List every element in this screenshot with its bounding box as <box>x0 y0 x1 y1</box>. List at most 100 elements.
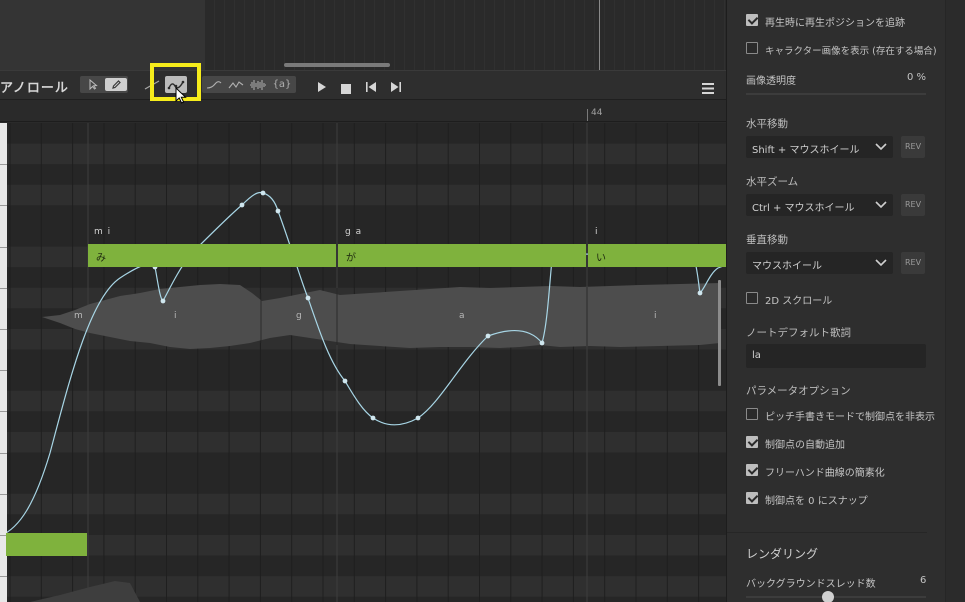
note-lyric: み <box>96 253 106 264</box>
note-block[interactable]: が <box>338 244 586 267</box>
note-default-lyric-input[interactable]: la <box>746 344 926 368</box>
snap-to-zero-checkbox[interactable] <box>746 492 758 504</box>
piano-roll-editor: アノロール {a} 44 m i g a i み が い m i g a i <box>0 0 726 602</box>
grid-row <box>0 535 726 556</box>
waveform-icon[interactable] <box>247 79 269 91</box>
note-block[interactable]: い <box>588 244 726 267</box>
settings-panel: 再生時に再生ポジションを追跡 キャラクター画像を表示 (存在する場合) 画像透明… <box>726 0 965 602</box>
auto-add-points-label: 制御点の自動追加 <box>765 440 845 451</box>
pointer-icon[interactable] <box>81 79 105 90</box>
audio-waveform <box>42 283 720 349</box>
grid-row <box>0 143 726 165</box>
mouse-cursor-icon <box>175 87 187 104</box>
show-character-image-label: キャラクター画像を表示 (存在する場合) <box>765 46 937 57</box>
chevron-down-icon <box>875 143 887 151</box>
simplify-freehand-label: フリーハンド曲線の簡素化 <box>765 468 885 479</box>
stop-icon[interactable] <box>341 79 351 98</box>
2d-scroll-label: 2D スクロール <box>765 296 833 307</box>
horizontal-scrollbar[interactable] <box>284 63 390 67</box>
grid-row <box>0 123 726 144</box>
note-lyric: い <box>596 253 606 264</box>
grid-row <box>0 514 726 535</box>
note-lyric: が <box>346 253 356 264</box>
follow-playhead-label: 再生時に再生ポジションを追跡 <box>765 18 905 29</box>
image-opacity-slider[interactable] <box>746 93 926 95</box>
measure-number: 44 <box>591 108 603 118</box>
piano-key-divider <box>0 452 7 454</box>
grid-row <box>0 370 726 391</box>
grid-row <box>0 473 726 494</box>
note-block[interactable]: み <box>88 244 336 267</box>
grid-row <box>0 555 726 577</box>
piano-key-divider <box>0 493 7 495</box>
note-default-lyric-label: ノートデフォルト歌詞 <box>746 327 851 339</box>
piano-key-divider <box>0 246 7 248</box>
waveform-phoneme: g <box>296 311 302 321</box>
panel-scrollbar[interactable] <box>945 0 965 602</box>
note-block[interactable] <box>6 533 87 556</box>
piano-key-divider <box>0 370 7 372</box>
show-character-image-checkbox[interactable] <box>746 42 758 54</box>
horizontal-move-rev-button[interactable]: REV <box>901 136 925 158</box>
horizontal-move-select[interactable]: Shift + マウスホイール <box>746 136 893 158</box>
simplify-freehand-checkbox[interactable] <box>746 464 758 476</box>
grid-row <box>0 205 726 226</box>
horizontal-zoom-select[interactable]: Ctrl + マウスホイール <box>746 194 893 216</box>
piano-key-divider <box>0 411 7 413</box>
piano-key-divider <box>0 164 7 166</box>
image-opacity-label: 画像透明度 <box>746 76 796 87</box>
vertical-move-rev-button[interactable]: REV <box>901 252 925 274</box>
playhead-indicator <box>599 0 600 70</box>
follow-playhead-checkbox[interactable] <box>746 14 758 26</box>
hide-control-points-label: ピッチ手書きモードで制御点を非表示 <box>765 412 935 423</box>
vertical-scrollbar[interactable] <box>718 280 721 386</box>
bg-threads-label: バックグラウンドスレッド数 <box>746 579 876 590</box>
piano-key-divider <box>0 576 7 578</box>
hide-control-points-checkbox[interactable] <box>746 408 758 420</box>
chevron-down-icon <box>875 259 887 267</box>
grid-row <box>0 267 726 288</box>
skip-back-icon[interactable] <box>365 78 377 97</box>
note-phonemes: i <box>595 227 599 237</box>
bg-threads-slider[interactable] <box>746 596 926 598</box>
grid-row <box>0 184 726 206</box>
2d-scroll-checkbox[interactable] <box>746 292 758 304</box>
vertical-move-label: 垂直移動 <box>746 234 788 246</box>
pitch-draw-icon[interactable] <box>225 79 247 91</box>
grid-row <box>0 493 726 515</box>
grid-row <box>0 432 726 453</box>
play-icon[interactable] <box>317 78 327 97</box>
waveform-phoneme: i <box>654 311 657 321</box>
grid-row <box>0 411 726 432</box>
piano-key-divider <box>0 205 7 207</box>
waveform-phoneme: i <box>174 311 177 321</box>
phoneme-icon[interactable]: {a} <box>269 79 295 90</box>
horizontal-zoom-label: 水平ズーム <box>746 176 799 188</box>
piano-roll-toolbar: アノロール {a} <box>0 70 726 100</box>
waveform-phoneme: m <box>74 311 83 321</box>
waveform-phoneme: a <box>459 311 465 321</box>
note-phonemes: m i <box>94 227 112 237</box>
edit-tool-group <box>80 76 128 93</box>
auto-add-points-checkbox[interactable] <box>746 436 758 448</box>
horizontal-move-label: 水平移動 <box>746 118 788 130</box>
grid-row <box>0 349 726 371</box>
bg-threads-slider-handle[interactable] <box>822 591 834 602</box>
piano-key-divider <box>0 287 7 289</box>
timeline-ruler[interactable]: 44 <box>0 100 726 122</box>
bg-threads-value: 6 <box>920 575 927 586</box>
arrangement-overview <box>0 0 726 70</box>
vertical-move-select[interactable]: マウスホイール <box>746 252 893 274</box>
grid-row <box>0 452 726 474</box>
piano-keyboard[interactable] <box>0 123 7 602</box>
pencil-icon[interactable] <box>105 78 127 91</box>
horizontal-zoom-rev-button[interactable]: REV <box>901 194 925 216</box>
vibrato-icon[interactable] <box>203 79 225 91</box>
chevron-down-icon <box>875 201 887 209</box>
skip-forward-icon[interactable] <box>390 78 402 97</box>
hamburger-menu-icon[interactable] <box>702 79 714 98</box>
grid-row <box>0 164 726 185</box>
note-grid[interactable] <box>0 123 726 602</box>
snap-to-zero-label: 制御点を 0 にスナップ <box>765 496 868 507</box>
rendering-section-title: レンダリング <box>746 547 819 561</box>
